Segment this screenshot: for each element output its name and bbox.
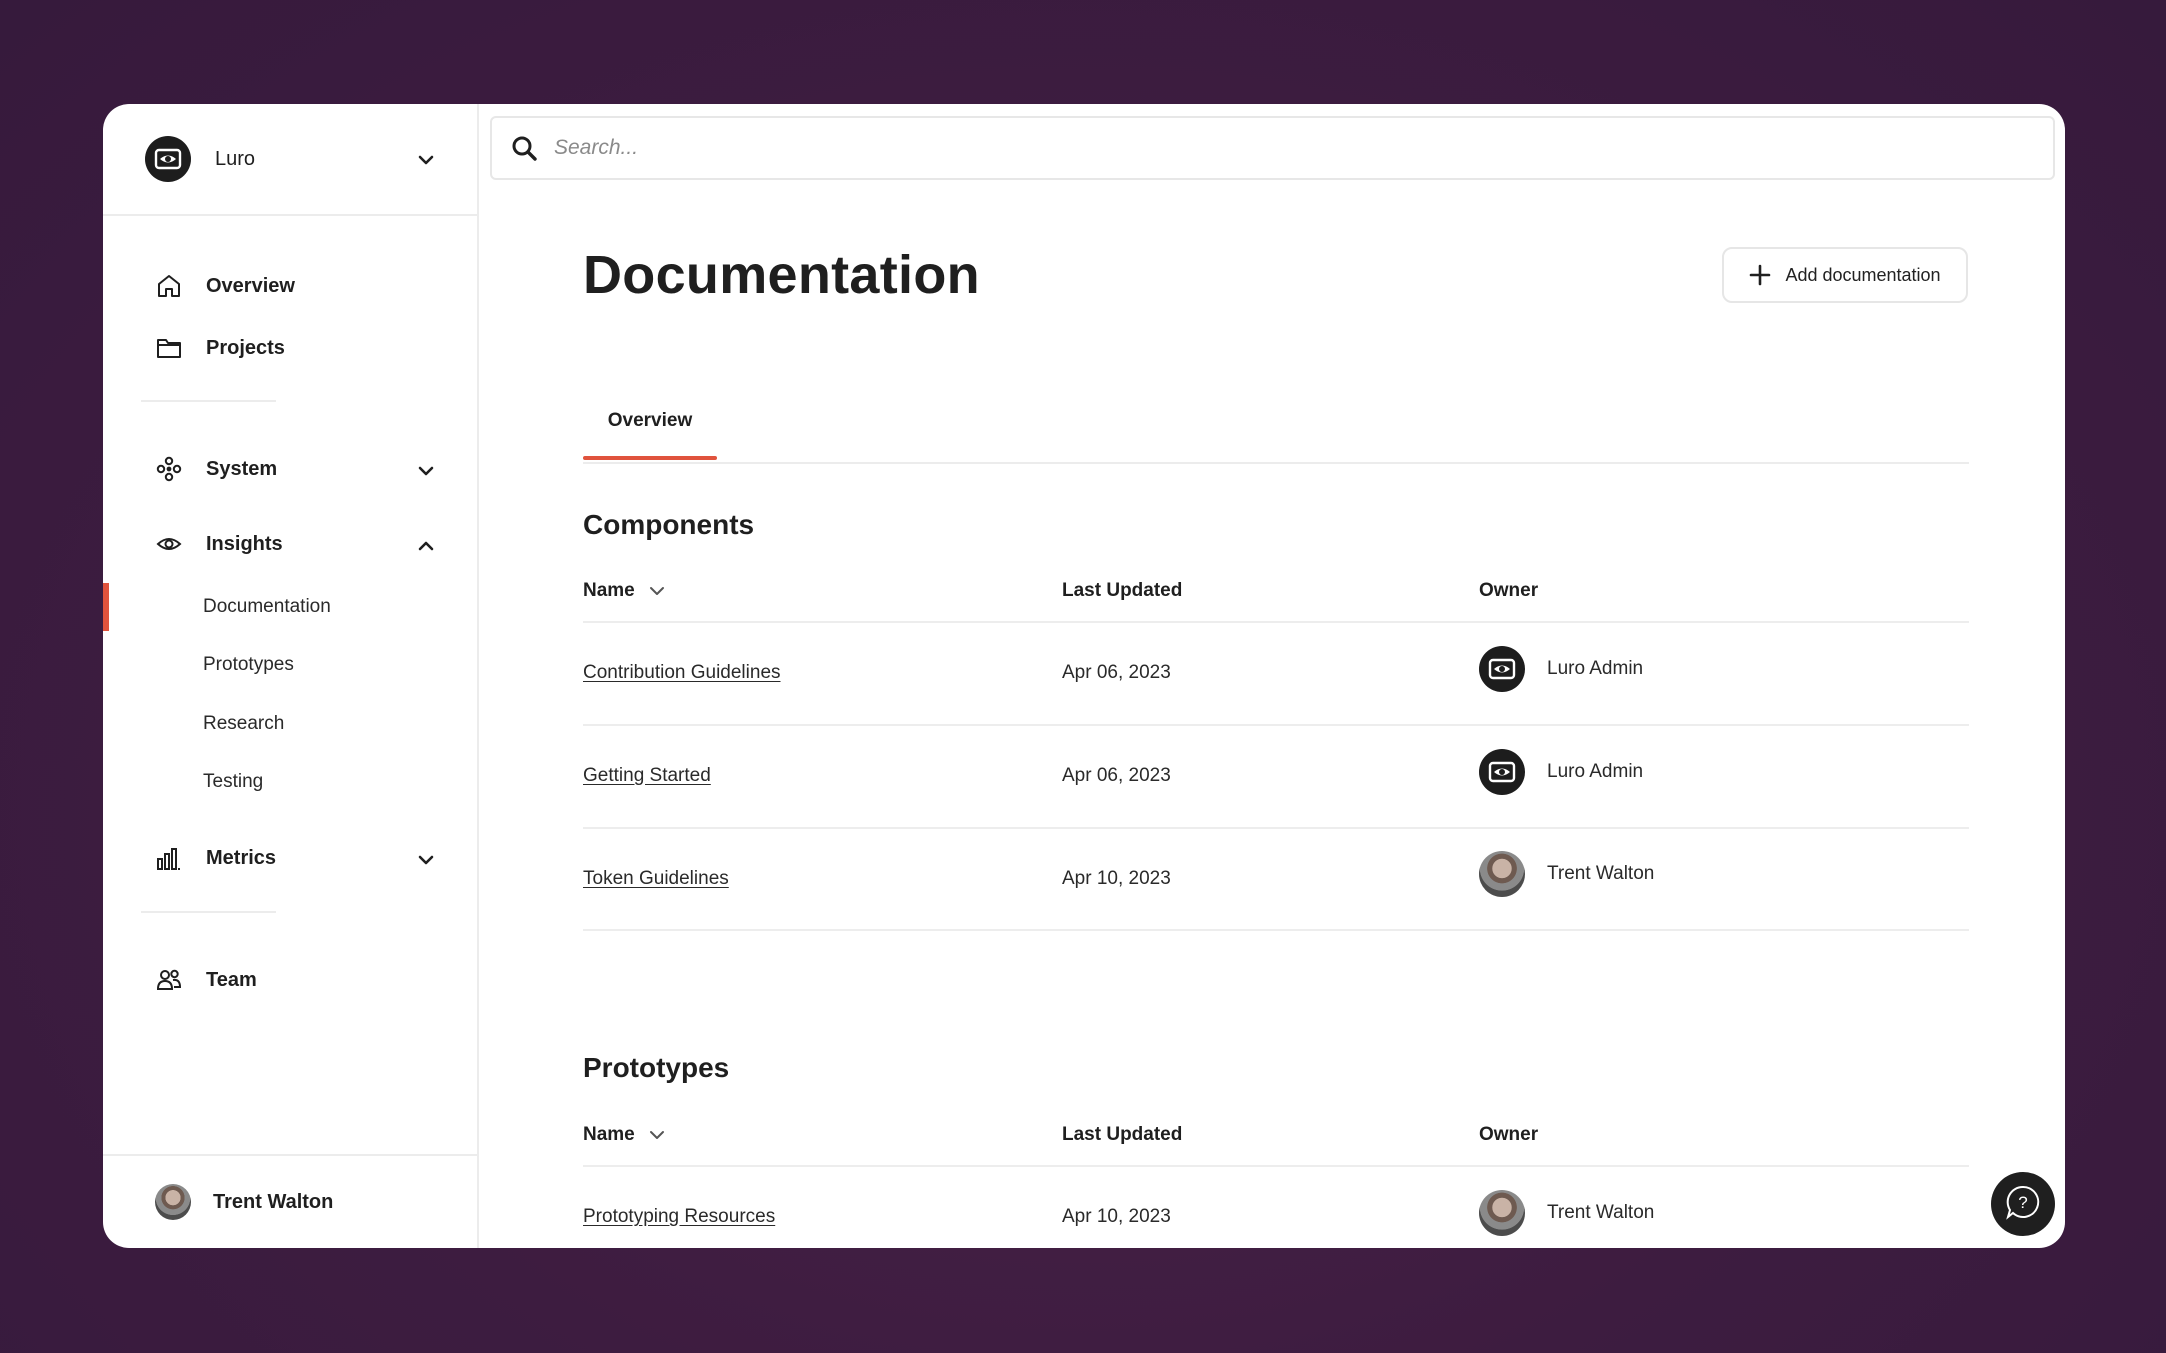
nav-testing[interactable]: Testing (203, 767, 263, 797)
nav-metrics[interactable]: Metrics (155, 840, 276, 876)
column-header-name-label: Name (583, 580, 635, 601)
nav-overview[interactable]: Overview (155, 268, 295, 304)
row-owner: Luro Admin (1479, 749, 1643, 795)
nav-insights[interactable]: Insights (155, 526, 283, 562)
table-divider (583, 724, 1969, 726)
nav-team[interactable]: Team (155, 962, 257, 998)
nav-projects[interactable]: Projects (155, 330, 285, 366)
column-header-owner: Owner (1479, 580, 1539, 601)
nav-system-label: System (206, 457, 278, 480)
plus-icon (1749, 264, 1771, 286)
chevron-down-icon[interactable] (416, 150, 436, 170)
nav-metrics-label: Metrics (206, 846, 277, 869)
page-title: Documentation (583, 245, 980, 305)
column-header-name[interactable]: Name (583, 1124, 665, 1146)
row-owner: Luro Admin (1479, 646, 1643, 692)
add-documentation-button[interactable]: Add documentation (1722, 247, 1968, 303)
divider (141, 400, 276, 402)
luro-logo-icon (145, 136, 191, 182)
column-header-updated: Last Updated (1062, 580, 1183, 601)
svg-text:?: ? (2018, 1193, 2027, 1212)
table-divider (583, 929, 1969, 931)
row-name-link[interactable]: Token Guidelines (583, 868, 729, 890)
help-icon: ? (2004, 1183, 2042, 1226)
chevron-down-icon[interactable] (416, 461, 436, 481)
table-divider (583, 621, 1969, 623)
row-name-link[interactable]: Prototyping Resources (583, 1206, 775, 1228)
system-icon (155, 455, 183, 483)
bar-chart-icon (155, 844, 183, 872)
column-header-owner: Owner (1479, 1124, 1539, 1145)
owner-name: Luro Admin (1547, 658, 1644, 679)
user-profile[interactable]: Trent Walton (103, 1154, 477, 1248)
sidebar: Luro Overview Projects System Insights D… (103, 104, 479, 1248)
main-content: Documentation Add documentation Overview… (479, 104, 2065, 1248)
eye-icon (155, 530, 183, 558)
chevron-down-icon (649, 586, 665, 596)
tab-overview[interactable]: Overview (583, 410, 717, 460)
search-bar[interactable] (490, 116, 2055, 180)
owner-name: Trent Walton (1547, 863, 1655, 884)
team-icon (155, 966, 183, 994)
add-documentation-label: Add documentation (1785, 264, 1941, 285)
nav-team-label: Team (206, 968, 257, 991)
avatar (1479, 1190, 1525, 1236)
app-window: Luro Overview Projects System Insights D… (103, 104, 2065, 1248)
search-input[interactable] (552, 135, 2053, 161)
nav-system[interactable]: System (155, 451, 277, 487)
column-header-name[interactable]: Name (583, 580, 665, 602)
nav-overview-label: Overview (206, 274, 295, 297)
row-updated: Apr 10, 2023 (1062, 868, 1171, 889)
chevron-down-icon[interactable] (416, 850, 436, 870)
owner-name: Trent Walton (1547, 1202, 1655, 1223)
tab-active-underline (583, 456, 717, 460)
org-switcher[interactable]: Luro (103, 104, 477, 216)
search-icon (510, 134, 538, 162)
table-divider (583, 1165, 1969, 1167)
org-name: Luro (215, 147, 256, 170)
column-header-name-label: Name (583, 1124, 635, 1145)
row-updated: Apr 06, 2023 (1062, 765, 1171, 786)
user-name: Trent Walton (213, 1190, 334, 1213)
table-divider (583, 827, 1969, 829)
owner-name: Luro Admin (1547, 761, 1644, 782)
chevron-up-icon[interactable] (416, 536, 436, 556)
row-name-link[interactable]: Getting Started (583, 765, 711, 787)
nav-projects-label: Projects (206, 336, 285, 359)
nav-insights-label: Insights (206, 532, 283, 555)
section-title-prototypes: Prototypes (583, 1052, 730, 1083)
row-updated: Apr 10, 2023 (1062, 1206, 1171, 1227)
chevron-down-icon (649, 1130, 665, 1140)
nav-research[interactable]: Research (203, 709, 284, 739)
help-button[interactable]: ? (1991, 1172, 2055, 1236)
nav-prototypes[interactable]: Prototypes (203, 650, 294, 680)
row-updated: Apr 06, 2023 (1062, 662, 1171, 683)
nav-documentation[interactable]: Documentation (203, 592, 331, 622)
home-icon (155, 272, 183, 300)
active-indicator (103, 583, 109, 631)
tab-bar-border (583, 462, 1969, 464)
avatar (1479, 851, 1525, 897)
luro-logo-icon (1479, 749, 1525, 795)
luro-logo-icon (1479, 646, 1525, 692)
row-owner: Trent Walton (1479, 851, 1654, 897)
section-title-components: Components (583, 509, 755, 540)
column-header-updated: Last Updated (1062, 1124, 1183, 1145)
divider (141, 911, 276, 913)
row-owner: Trent Walton (1479, 1190, 1654, 1236)
avatar (155, 1184, 191, 1220)
row-name-link[interactable]: Contribution Guidelines (583, 662, 781, 684)
folder-icon (155, 334, 183, 362)
